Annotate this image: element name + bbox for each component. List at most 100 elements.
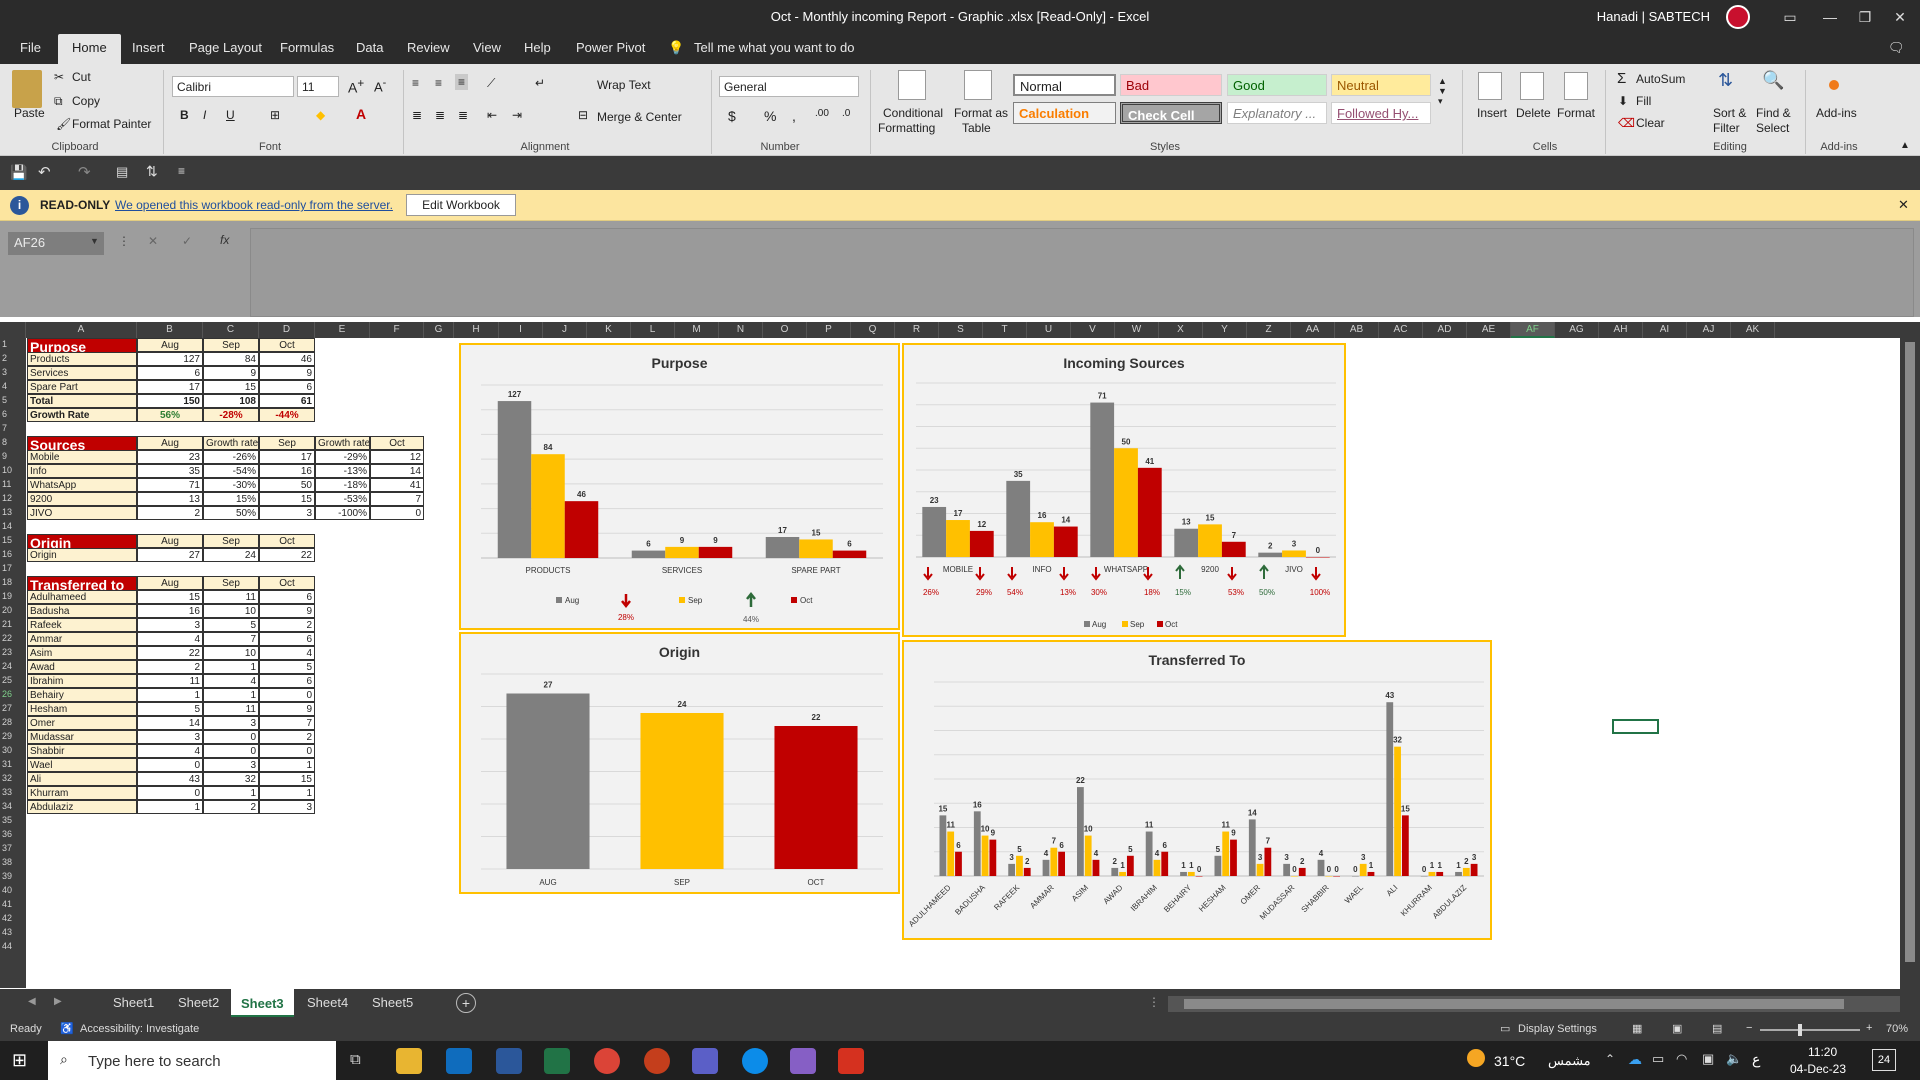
table-cell[interactable]: Wael <box>27 758 137 772</box>
normal-view-icon[interactable]: ▦ <box>1632 1022 1642 1035</box>
row-header[interactable]: 44 <box>0 941 26 951</box>
split-handle-icon[interactable]: ⋮ <box>1148 995 1160 1009</box>
paste-icon[interactable] <box>12 70 42 108</box>
column-header[interactable]: R <box>895 322 939 338</box>
row-header[interactable]: 1 <box>0 339 26 349</box>
fill-icon[interactable]: ⬇ <box>1618 94 1628 108</box>
next-sheet-icon[interactable]: ▶ <box>54 996 62 1007</box>
table-cell[interactable]: 46 <box>259 352 315 366</box>
tab-insert[interactable]: Insert <box>132 40 165 55</box>
row-header[interactable]: 10 <box>0 465 26 475</box>
page-break-view-icon[interactable]: ▤ <box>1712 1022 1722 1035</box>
comma-icon[interactable]: , <box>792 108 796 124</box>
paste-button[interactable]: Paste <box>14 106 45 120</box>
display-settings[interactable]: Display Settings <box>1518 1023 1597 1035</box>
clear-icon[interactable]: ⌫ <box>1618 116 1635 130</box>
align-bottom-icon[interactable]: ≡ <box>455 74 469 90</box>
table-cell[interactable]: 0 <box>259 744 315 758</box>
row-header[interactable]: 29 <box>0 731 26 741</box>
insert-cells-button[interactable]: Insert <box>1477 106 1507 120</box>
table-cell[interactable]: 10 <box>203 646 259 660</box>
table-cell[interactable]: 7 <box>259 716 315 730</box>
row-header[interactable]: 11 <box>0 479 26 489</box>
table-cell[interactable]: 15 <box>137 590 203 604</box>
table-cell[interactable]: Total <box>27 394 137 408</box>
tab-data[interactable]: Data <box>356 40 383 55</box>
zoom-out-icon[interactable]: − <box>1746 1022 1752 1034</box>
row-header[interactable]: 4 <box>0 381 26 391</box>
table-cell[interactable]: 10 <box>203 604 259 618</box>
user-name[interactable]: Hanadi | SABTECH <box>1597 9 1710 24</box>
table-cell[interactable]: -30% <box>203 478 259 492</box>
table-cell[interactable]: 3 <box>203 716 259 730</box>
tell-me-search[interactable]: Tell me what you want to do <box>694 40 854 55</box>
tab-file[interactable]: File <box>20 40 41 55</box>
wifi-icon[interactable]: ◠ <box>1676 1051 1687 1067</box>
row-header[interactable]: 38 <box>0 857 26 867</box>
tab-page-layout[interactable]: Page Layout <box>189 40 262 55</box>
table-cell[interactable]: -54% <box>203 464 259 478</box>
table-cell[interactable]: Ali <box>27 772 137 786</box>
table-cell[interactable]: 1 <box>137 800 203 814</box>
scroll-thumb[interactable] <box>1905 342 1915 962</box>
sheet-tab[interactable]: Sheet1 <box>113 995 154 1010</box>
chart-purpose[interactable]: Purpose 127 84 46 PRODUCTS 6 9 9 SERVICES 17 15 6 S… <box>459 343 900 630</box>
table-cell[interactable]: Hesham <box>27 702 137 716</box>
table-cell[interactable]: Oct <box>370 436 424 450</box>
tab-help[interactable]: Help <box>524 40 551 55</box>
table-cell[interactable]: Mudassar <box>27 730 137 744</box>
undo-icon[interactable]: ↶ <box>38 163 51 181</box>
currency-icon[interactable]: $ <box>728 108 736 124</box>
addins-icon[interactable] <box>1829 80 1839 90</box>
style-neutral[interactable]: Neutral <box>1331 74 1431 96</box>
display-settings-icon[interactable]: ▭ <box>1500 1022 1510 1035</box>
powerpoint-icon[interactable] <box>644 1048 670 1074</box>
windows-start-icon[interactable]: ⊞ <box>12 1050 27 1071</box>
row-header[interactable]: 43 <box>0 927 26 937</box>
column-header[interactable]: AJ <box>1687 322 1731 338</box>
monitor-icon[interactable]: ▣ <box>1702 1051 1714 1067</box>
row-header[interactable]: 34 <box>0 801 26 811</box>
table-cell[interactable]: 2 <box>137 506 203 520</box>
prev-sheet-icon[interactable]: ◀ <box>28 996 36 1007</box>
table-cell[interactable]: 0 <box>203 744 259 758</box>
row-header[interactable]: 18 <box>0 577 26 587</box>
conditional-formatting-label[interactable]: Formatting <box>878 121 935 135</box>
chart-origin[interactable]: Origin 27 AUG 24 SEP 22 OCT <box>459 632 900 894</box>
column-header[interactable]: D <box>259 322 315 338</box>
row-header[interactable]: 13 <box>0 507 26 517</box>
restore-icon[interactable]: ❐ <box>1845 5 1885 29</box>
wrap-icon[interactable]: ↵ <box>535 76 545 90</box>
table-cell[interactable]: 4 <box>259 646 315 660</box>
table-cell[interactable]: Products <box>27 352 137 366</box>
column-header[interactable]: Z <box>1247 322 1291 338</box>
style-explanatory[interactable]: Explanatory ... <box>1227 102 1327 124</box>
table-cell[interactable]: 127 <box>137 352 203 366</box>
table-cell[interactable]: 61 <box>259 394 315 408</box>
table-cell[interactable]: Spare Part <box>27 380 137 394</box>
enter-icon[interactable]: ✓ <box>182 234 192 248</box>
table-cell[interactable]: 50 <box>259 478 315 492</box>
minimize-icon[interactable]: — <box>1810 5 1850 29</box>
cancel-icon[interactable]: ✕ <box>148 234 158 248</box>
table-cell[interactable]: 1 <box>259 758 315 772</box>
sort-icon[interactable]: ⇅ <box>146 163 158 180</box>
increase-indent-icon[interactable]: ⇥ <box>512 108 522 122</box>
row-header[interactable]: 41 <box>0 899 26 909</box>
row-header[interactable]: 28 <box>0 717 26 727</box>
table-cell[interactable]: 12 <box>370 450 424 464</box>
table-cell[interactable]: Ibrahim <box>27 674 137 688</box>
tab-power-pivot[interactable]: Power Pivot <box>576 40 645 55</box>
find-select-label[interactable]: Select <box>1756 121 1789 135</box>
column-header[interactable]: AF <box>1511 322 1555 338</box>
table-cell[interactable]: Oct <box>259 338 315 352</box>
row-header[interactable]: 40 <box>0 885 26 895</box>
style-normal[interactable]: Normal <box>1013 74 1116 96</box>
scroll-thumb[interactable] <box>1184 999 1844 1009</box>
vertical-scrollbar[interactable] <box>1900 322 1920 989</box>
tray-chevron-icon[interactable]: ⌃ <box>1605 1052 1615 1066</box>
column-header[interactable]: F <box>370 322 424 338</box>
table-cell[interactable]: Sep <box>203 576 259 590</box>
row-header[interactable]: 39 <box>0 871 26 881</box>
table-cell[interactable]: 11 <box>137 674 203 688</box>
